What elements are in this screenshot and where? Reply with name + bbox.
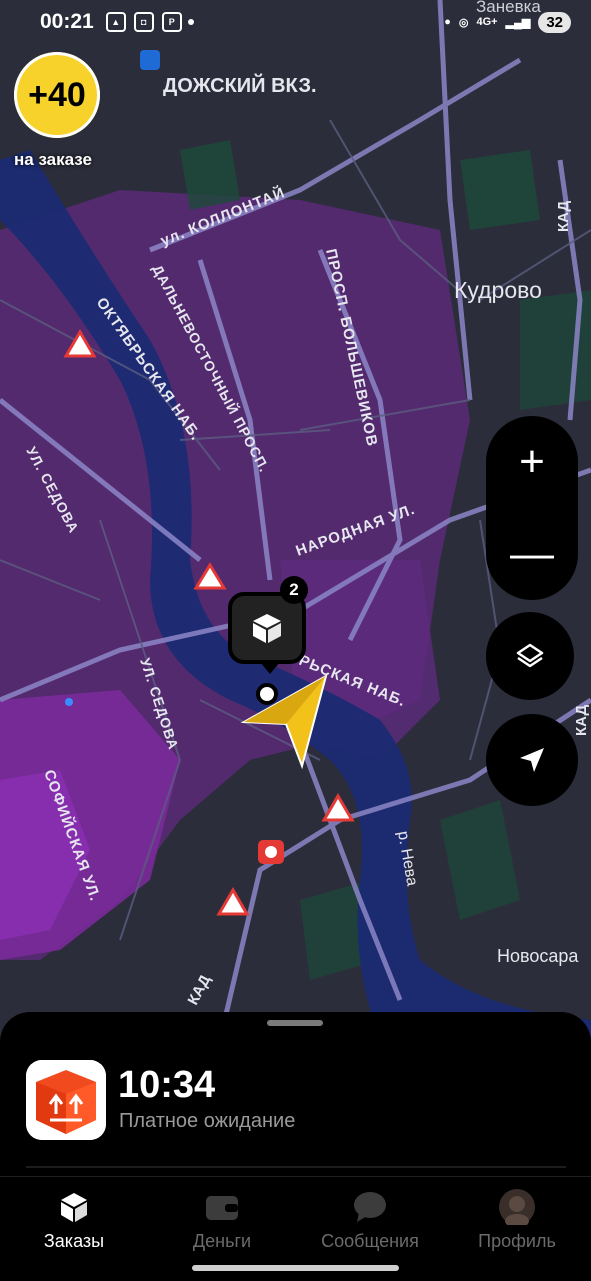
location-icon: ● [444, 16, 451, 28]
signal-icon: ▂▄▆ [505, 16, 531, 29]
map-label-kad-right: КАД [573, 704, 590, 736]
network-type: 4G+ [476, 16, 498, 28]
tab-messages[interactable]: Сообщения [296, 1177, 444, 1257]
cast-icon: ◘ [133, 12, 154, 32]
bonus-badge[interactable]: +40 [14, 52, 100, 138]
map-label-kudrovo: Кудрово [454, 277, 542, 303]
layers-button[interactable] [486, 612, 574, 700]
home-indicator[interactable] [192, 1265, 399, 1271]
tab-profile[interactable]: Профиль [443, 1177, 591, 1257]
tab-messages-label: Сообщения [321, 1231, 419, 1251]
hotspot-icon: ◎ [458, 16, 469, 29]
map-label-novosaratovka: Новосара [497, 946, 579, 966]
road-sign-icon: ▲ [105, 12, 126, 32]
zoom-in-button[interactable]: + [486, 416, 578, 509]
layers-icon [516, 643, 544, 668]
notification-dot-icon [187, 19, 194, 25]
accident-icon[interactable] [258, 840, 284, 864]
order-timer: 10:34 [118, 1064, 216, 1106]
chat-icon [352, 1189, 388, 1225]
poi-dot [65, 698, 73, 706]
sheet-grabber[interactable] [267, 1020, 323, 1026]
my-location-button[interactable] [486, 714, 578, 806]
zoom-out-button[interactable]: — [486, 508, 578, 600]
navigation-arrow-icon [520, 748, 544, 772]
app-notification-icon: P [161, 12, 182, 32]
delivery-box-icon [26, 1060, 106, 1140]
map-label-station: ДОЖСКИЙ ВКЗ. [163, 73, 317, 97]
sheet-divider [26, 1166, 566, 1168]
map-label-kad-top: КАД [555, 200, 572, 232]
order-status-text: Платное ожидание [119, 1110, 296, 1132]
tab-orders-label: Заказы [43, 1231, 105, 1251]
bonus-caption: на заказе [14, 150, 92, 169]
box-icon [56, 1189, 92, 1225]
tab-orders[interactable]: Заказы [0, 1177, 148, 1257]
status-time: 00:21 [40, 10, 94, 33]
package-icon [253, 614, 281, 643]
tab-profile-label: Профиль [478, 1231, 556, 1251]
battery-indicator: 32 [538, 11, 571, 33]
tab-money-label: Деньги [192, 1231, 252, 1251]
order-count-badge: 2 [280, 576, 308, 604]
status-bar: 00:21 ▲ ◘ P ● ◎ 4G+ ▂▄▆ 32 [0, 0, 591, 44]
metro-icon [140, 50, 160, 70]
wallet-icon [204, 1189, 240, 1225]
route-start-dot [256, 683, 278, 705]
tab-money[interactable]: Деньги [148, 1177, 296, 1257]
avatar-icon [499, 1189, 535, 1225]
